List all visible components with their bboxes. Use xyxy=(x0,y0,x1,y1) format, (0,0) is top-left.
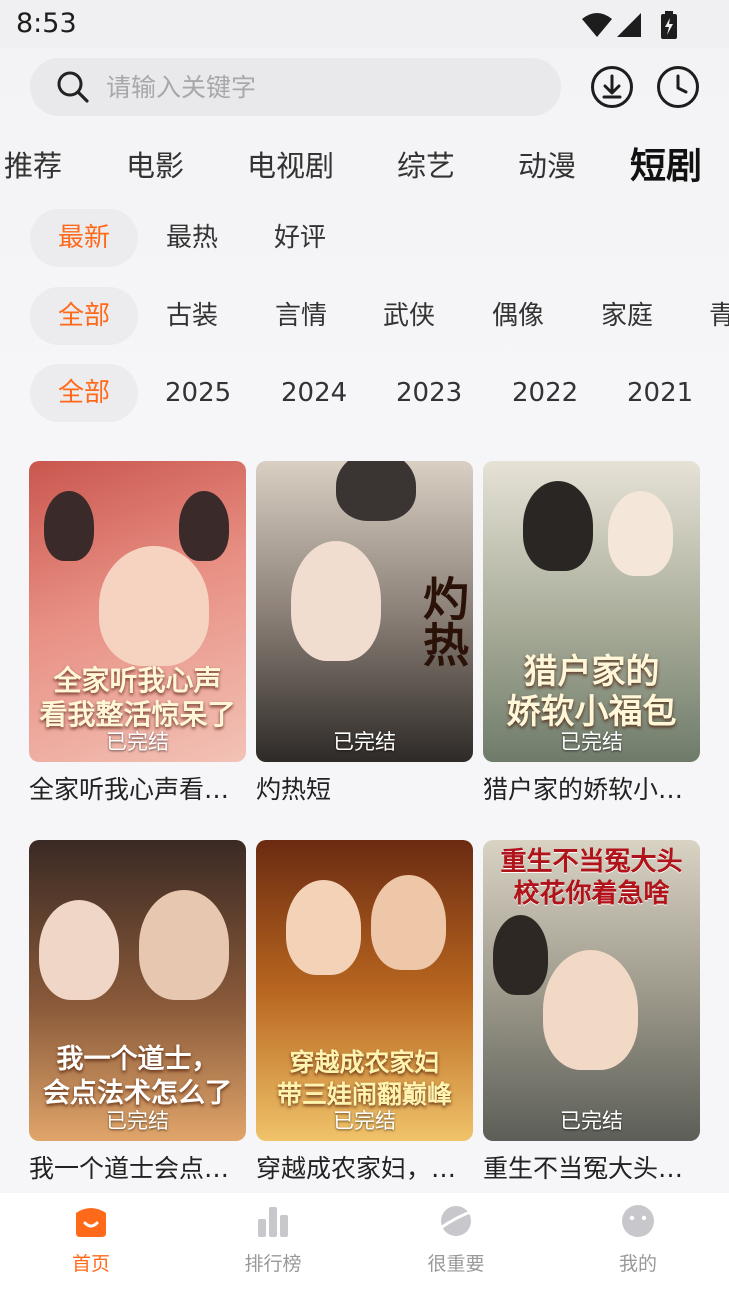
status-badge: 已完结 xyxy=(106,1109,169,1133)
genre-family[interactable]: 家庭 xyxy=(601,287,653,345)
year-2024[interactable]: 2024 xyxy=(281,364,347,422)
tab-tv-series[interactable]: 电视剧 xyxy=(247,143,334,185)
nav-home[interactable]: 首页 xyxy=(31,1203,151,1276)
download-icon xyxy=(591,66,633,108)
sort-filter-row: 最新 最热 好评 xyxy=(0,209,729,269)
planet-icon xyxy=(437,1206,475,1236)
poster-figure xyxy=(139,890,229,1000)
genre-filter-row: 全部 古装 言情 武侠 偶像 家庭 青 xyxy=(0,287,729,347)
drama-card[interactable]: 灼热 已完结 灼热短 xyxy=(256,461,473,806)
genre-romance[interactable]: 言情 xyxy=(275,287,327,345)
download-button[interactable] xyxy=(589,64,635,110)
genre-idol[interactable]: 偶像 xyxy=(492,287,544,345)
category-tabs: 推荐 电影 电视剧 综艺 动漫 短剧 xyxy=(0,135,729,191)
drama-title: 重生不当冤大头… xyxy=(483,1154,684,1183)
tab-recommend[interactable]: 推荐 xyxy=(4,143,62,185)
year-2025[interactable]: 2025 xyxy=(165,364,231,422)
poster-figure xyxy=(179,491,229,561)
drama-poster: 灼热 已完结 xyxy=(256,461,473,762)
poster-figure xyxy=(543,950,638,1070)
status-icons xyxy=(581,10,679,40)
home-icon xyxy=(76,1208,106,1237)
battery-icon xyxy=(661,11,677,39)
drama-poster: 穿越成农家妇 带三娃闹翻巅峰 已完结 xyxy=(256,840,473,1141)
tab-movie[interactable]: 电影 xyxy=(126,143,184,185)
genre-wuxia[interactable]: 武侠 xyxy=(383,287,435,345)
poster-title-art: 灼热 xyxy=(416,575,470,667)
year-all[interactable]: 全部 xyxy=(30,364,138,422)
drama-poster: 猎户家的 娇软小福包 已完结 xyxy=(483,461,700,762)
drama-title: 穿越成农家妇，… xyxy=(256,1154,457,1183)
face-icon xyxy=(622,1205,654,1237)
year-filter-row: 全部 2025 2024 2023 2022 2021 xyxy=(0,364,729,424)
tab-variety[interactable]: 综艺 xyxy=(397,143,455,185)
drama-card[interactable]: 穿越成农家妇 带三娃闹翻巅峰 已完结 穿越成农家妇，… xyxy=(256,840,473,1185)
drama-title: 猎户家的娇软小… xyxy=(483,775,684,804)
poster-figure xyxy=(336,461,416,521)
status-badge: 已完结 xyxy=(560,1109,623,1133)
poster-figure xyxy=(608,491,673,576)
status-badge: 已完结 xyxy=(333,730,396,754)
genre-all[interactable]: 全部 xyxy=(30,287,138,345)
poster-figure xyxy=(286,880,361,975)
nav-mine-label: 我的 xyxy=(618,1253,657,1275)
drama-card[interactable]: 重生不当冤大头 校花你着急啥 已完结 重生不当冤大头… xyxy=(483,840,700,1185)
poster-figure xyxy=(523,481,593,571)
tab-short-drama[interactable]: 短剧 xyxy=(630,137,702,189)
drama-card[interactable]: 全家听我心声 看我整活惊呆了 已完结 全家听我心声看… xyxy=(29,461,246,806)
status-time: 8:53 xyxy=(16,8,77,39)
status-badge: 已完结 xyxy=(106,730,169,754)
poster-figure xyxy=(291,541,381,661)
nav-ranking-label: 排行榜 xyxy=(244,1253,302,1275)
tab-anime[interactable]: 动漫 xyxy=(518,143,576,185)
chart-icon xyxy=(258,1207,288,1237)
poster-title-art: 猎户家的 娇软小福包 xyxy=(506,652,677,732)
genre-costume[interactable]: 古装 xyxy=(166,287,218,345)
nav-important-label: 很重要 xyxy=(427,1253,485,1275)
search-icon xyxy=(56,70,90,108)
drama-poster: 我一个道士， 会点法术怎么了 已完结 xyxy=(29,840,246,1141)
drama-card[interactable]: 猎户家的 娇软小福包 已完结 猎户家的娇软小… xyxy=(483,461,700,806)
poster-title-art: 我一个道士， 会点法术怎么了 xyxy=(43,1044,232,1109)
genre-youth[interactable]: 青 xyxy=(709,287,729,345)
poster-title-art: 重生不当冤大头 校花你着急啥 xyxy=(500,847,683,909)
nav-important[interactable]: 很重要 xyxy=(396,1203,516,1276)
drama-title: 灼热短 xyxy=(256,775,332,804)
nav-ranking[interactable]: 排行榜 xyxy=(213,1203,333,1276)
status-badge: 已完结 xyxy=(560,730,623,754)
nav-mine[interactable]: 我的 xyxy=(578,1203,698,1276)
status-bar: 8:53 xyxy=(0,0,729,48)
poster-figure xyxy=(493,915,548,995)
filter-latest[interactable]: 最新 xyxy=(30,209,138,267)
clock-icon xyxy=(657,66,699,108)
poster-figure xyxy=(44,491,94,561)
poster-figure xyxy=(39,900,119,1000)
bottom-tab-bar: 首页 排行榜 很重要 我的 xyxy=(0,1193,729,1295)
drama-poster: 重生不当冤大头 校花你着急啥 已完结 xyxy=(483,840,700,1141)
filter-top-rated[interactable]: 好评 xyxy=(274,209,326,267)
year-2023[interactable]: 2023 xyxy=(396,364,462,422)
search-input[interactable] xyxy=(106,58,536,116)
poster-title-art: 穿越成农家妇 带三娃闹翻巅峰 xyxy=(276,1048,452,1109)
drama-card[interactable]: 我一个道士， 会点法术怎么了 已完结 我一个道士会点… xyxy=(29,840,246,1185)
drama-poster: 全家听我心声 看我整活惊呆了 已完结 xyxy=(29,461,246,762)
status-badge: 已完结 xyxy=(333,1109,396,1133)
year-2022[interactable]: 2022 xyxy=(512,364,578,422)
filter-hottest[interactable]: 最热 xyxy=(166,209,218,267)
nav-home-label: 首页 xyxy=(71,1253,110,1275)
poster-figure xyxy=(371,875,446,970)
search-bar[interactable] xyxy=(30,58,561,116)
poster-title-art: 全家听我心声 看我整活惊呆了 xyxy=(39,664,236,731)
wifi-icon xyxy=(582,13,612,37)
history-button[interactable] xyxy=(655,64,701,110)
drama-title: 全家听我心声看… xyxy=(29,775,230,804)
signal-icon xyxy=(617,13,641,37)
drama-title: 我一个道士会点… xyxy=(29,1154,230,1183)
year-2021[interactable]: 2021 xyxy=(627,364,693,422)
poster-figure xyxy=(99,546,209,666)
